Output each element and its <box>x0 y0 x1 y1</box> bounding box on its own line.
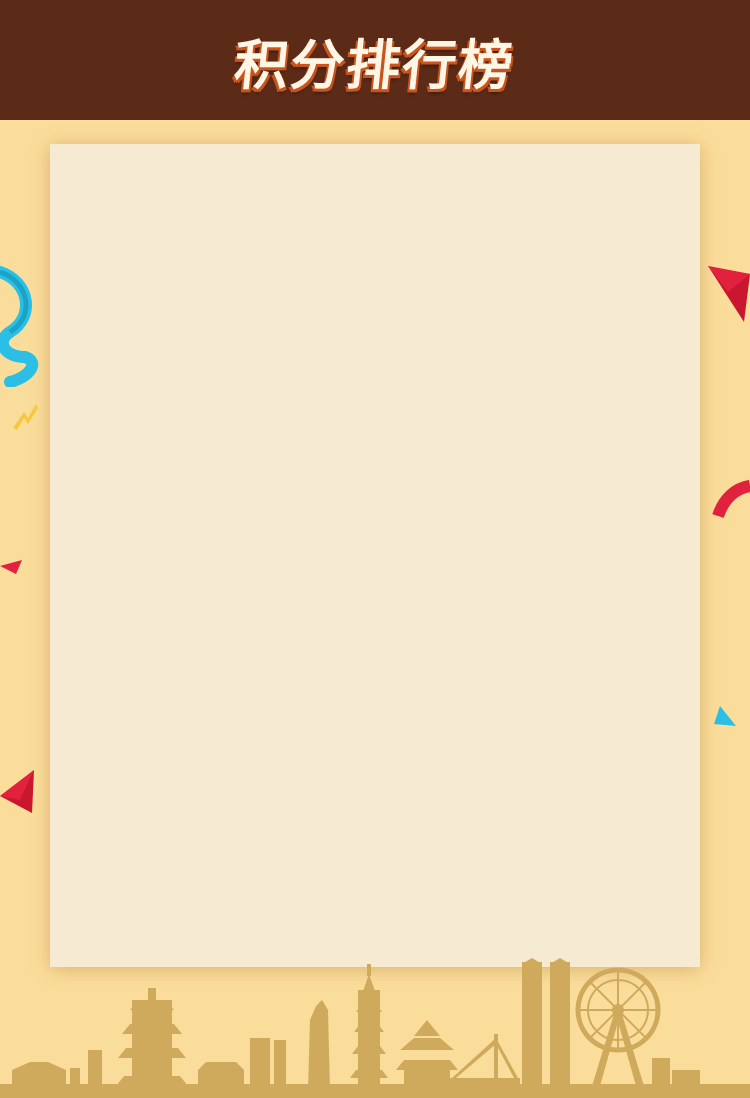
red-triangle-right <box>708 266 750 322</box>
city-skyline <box>0 958 750 1098</box>
red-confetti-small <box>0 560 22 574</box>
yellow-confetti <box>13 404 38 430</box>
header-bar: 积分排行榜 <box>0 0 750 120</box>
blue-triangle-confetti <box>714 706 736 726</box>
leaderboard-panel <box>50 144 700 967</box>
red-arc-confetti <box>712 480 750 519</box>
blue-ribbon-confetti <box>0 266 39 387</box>
page-title: 积分排行榜 <box>231 33 518 97</box>
red-triangle-confetti <box>0 770 34 813</box>
